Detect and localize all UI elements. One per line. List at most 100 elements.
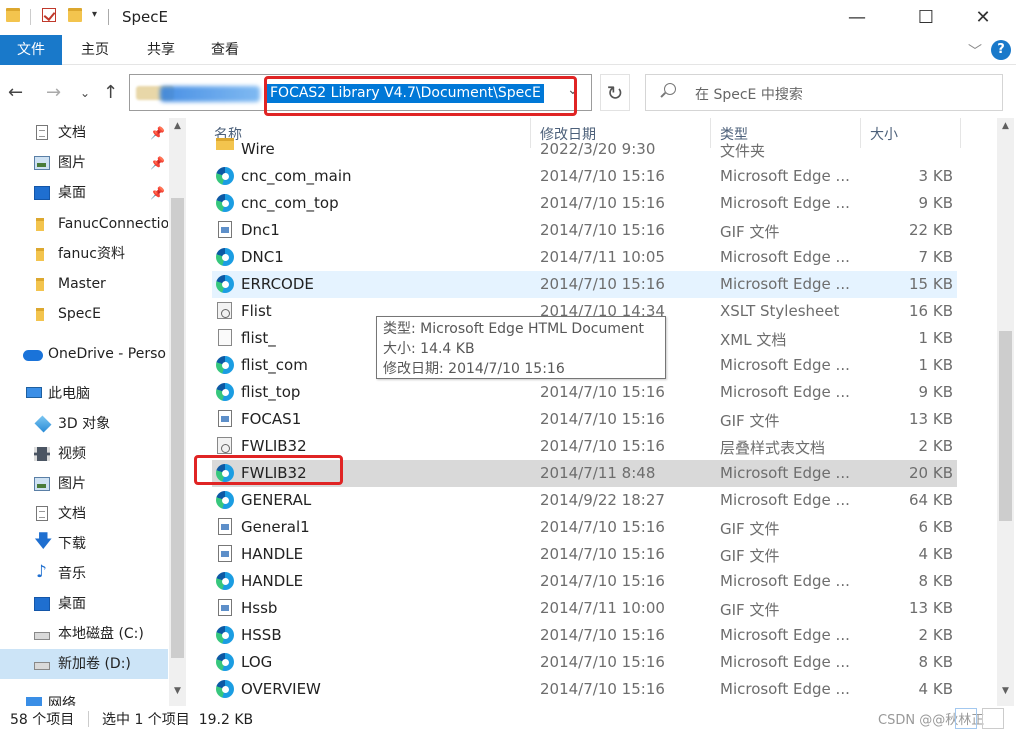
file-name: OVERVIEW — [241, 680, 321, 698]
file-row[interactable]: Hssb 2014/7/11 10:00 GIF 文件 13 KB — [212, 595, 957, 622]
sidebar-item-master[interactable]: Master — [0, 269, 168, 299]
sidebar-item-fanuc-docs[interactable]: fanuc资料 — [0, 239, 168, 269]
sidebar-item-onedrive[interactable]: OneDrive - Perso — [0, 339, 168, 369]
file-row[interactable]: GENERAL 2014/9/22 18:27 Microsoft Edge ...… — [212, 487, 957, 514]
properties-icon[interactable] — [42, 8, 56, 22]
pin-icon[interactable]: 📌 — [150, 148, 165, 178]
new-folder-icon[interactable] — [68, 8, 82, 22]
recent-locations-icon[interactable]: ⌄ — [80, 86, 90, 100]
sidebar-item-label: 图片 — [58, 155, 86, 171]
sidebar-item-downloads[interactable]: 🡇 下载 — [0, 529, 168, 559]
file-name: FOCAS1 — [241, 410, 302, 428]
quick-access-dropdown-icon[interactable]: ▾ — [92, 9, 97, 20]
window-title: SpecE — [122, 8, 168, 26]
sidebar-item-drive-d[interactable]: 新加卷 (D:) — [0, 649, 168, 679]
scroll-down-icon[interactable]: ▼ — [169, 686, 186, 696]
file-name: HANDLE — [241, 572, 304, 590]
sidebar-item-fanucconnection[interactable]: FanucConnectio — [0, 209, 168, 239]
file-type: XML 文档 — [720, 331, 787, 349]
file-row[interactable]: HSSB 2014/7/10 15:16 Microsoft Edge ... 2 K… — [212, 622, 957, 649]
sidebar-item-spece[interactable]: SpecE — [0, 299, 168, 329]
edge-html-file-icon — [216, 248, 234, 266]
sidebar-item-pictures[interactable]: 图片 📌 — [0, 148, 168, 178]
search-icon — [664, 83, 676, 95]
help-icon[interactable]: ? — [991, 40, 1011, 60]
file-list-scrollbar[interactable]: ▲ ▼ — [997, 118, 1014, 706]
expand-ribbon-icon[interactable]: ﹀ — [968, 41, 982, 61]
tiles-view-icon[interactable] — [982, 708, 1004, 729]
tab-view[interactable]: 查看 — [198, 35, 252, 65]
scrollbar-thumb[interactable] — [999, 331, 1012, 521]
maximize-button[interactable]: ☐ — [903, 0, 949, 34]
sidebar-item-this-pc[interactable]: 此电脑 — [0, 379, 168, 409]
scroll-up-icon[interactable]: ▲ — [169, 121, 186, 131]
gif-file-icon — [218, 545, 232, 562]
back-arrow-icon[interactable]: ← — [8, 82, 23, 103]
file-row[interactable]: HANDLE 2014/7/10 15:16 Microsoft Edge ... 8… — [212, 568, 957, 595]
gif-file-icon — [218, 518, 232, 535]
sidebar-item-pictures-pc[interactable]: 图片 — [0, 469, 168, 499]
file-row[interactable]: cnc_com_main 2014/7/10 15:16 Microsoft Edg… — [212, 163, 957, 190]
file-row[interactable]: ERRCODE 2014/7/10 15:16 Microsoft Edge ...… — [212, 271, 957, 298]
file-date: 2014/7/10 15:16 — [540, 167, 665, 185]
sidebar-item-network[interactable]: 网络 — [0, 689, 168, 706]
sidebar-item-music[interactable]: ♪ 音乐 — [0, 559, 168, 589]
file-row[interactable]: General1 2014/7/10 15:16 GIF 文件 6 KB — [212, 514, 957, 541]
onedrive-icon — [23, 350, 43, 361]
tab-home[interactable]: 主页 — [68, 35, 122, 65]
file-size: 13 KB — [909, 599, 953, 617]
file-row[interactable]: OVERVIEW 2014/7/10 15:16 Microsoft Edge ..… — [212, 676, 957, 703]
pin-icon[interactable]: 📌 — [150, 118, 165, 148]
scroll-down-icon[interactable]: ▼ — [997, 686, 1014, 696]
document-icon — [36, 125, 48, 140]
sidebar-item-documents[interactable]: 文档 📌 — [0, 118, 168, 148]
sidebar-scrollbar[interactable]: ▲ ▼ — [169, 118, 186, 706]
file-row[interactable]: Wire 2022/3/20 9:30 文件夹 — [212, 136, 957, 163]
up-arrow-icon[interactable]: ↑ — [103, 82, 118, 103]
search-input[interactable]: 在 SpecE 中搜索 — [645, 74, 1003, 111]
folder-icon — [36, 218, 44, 231]
file-row[interactable]: FOCAS1 2014/7/10 15:16 GIF 文件 13 KB — [212, 406, 957, 433]
file-row[interactable]: DNC1 2014/7/11 10:05 Microsoft Edge ... 7 K… — [212, 244, 957, 271]
divider — [30, 9, 31, 25]
refresh-icon[interactable]: ↻ — [600, 74, 630, 111]
drive-icon — [34, 662, 50, 670]
file-date: 2014/7/10 15:16 — [540, 680, 665, 698]
sidebar-item-videos[interactable]: 视频 — [0, 439, 168, 469]
file-type: Microsoft Edge ... — [720, 356, 850, 374]
sidebar-item-documents-pc[interactable]: 文档 — [0, 499, 168, 529]
sidebar-item-desktop[interactable]: 桌面 📌 — [0, 178, 168, 208]
file-row[interactable]: cnc_com_top 2014/7/10 15:16 Microsoft Edge… — [212, 190, 957, 217]
file-type: Microsoft Edge ... — [720, 491, 850, 509]
edge-html-file-icon — [216, 383, 234, 401]
file-type: Microsoft Edge ... — [720, 572, 850, 590]
edge-html-file-icon — [216, 653, 234, 671]
file-row[interactable]: flist_top 2014/7/10 15:16 Microsoft Edge .… — [212, 379, 957, 406]
close-button[interactable]: ✕ — [960, 0, 1006, 34]
file-row[interactable]: Dnc1 2014/7/10 15:16 GIF 文件 22 KB — [212, 217, 957, 244]
edge-html-file-icon — [216, 194, 234, 212]
scrollbar-thumb[interactable] — [171, 198, 184, 658]
sidebar-item-3d-objects[interactable]: 3D 对象 — [0, 409, 168, 439]
file-list: ^ 名称 修改日期 类型 大小 Wire 2022/3/20 9:30 文件夹 cnc… — [192, 118, 996, 706]
sidebar-item-drive-c[interactable]: 本地磁盘 (C:) — [0, 619, 168, 649]
pin-icon[interactable]: 📌 — [150, 178, 165, 208]
file-date: 2014/7/10 15:16 — [540, 437, 665, 455]
scroll-up-icon[interactable]: ▲ — [997, 121, 1014, 131]
sidebar-item-label: SpecE — [58, 306, 101, 322]
minimize-button[interactable]: — — [834, 0, 880, 34]
folder-icon — [36, 248, 44, 261]
sidebar-item-desktop-pc[interactable]: 桌面 — [0, 589, 168, 619]
tab-share[interactable]: 共享 — [134, 35, 188, 65]
tab-file[interactable]: 文件 — [0, 35, 62, 65]
file-name: flist_ — [241, 329, 276, 347]
file-row[interactable]: LOG 2014/7/10 15:16 Microsoft Edge ... 8 KB — [212, 649, 957, 676]
file-type: GIF 文件 — [720, 412, 780, 430]
file-size: 13 KB — [909, 410, 953, 428]
forward-arrow-icon[interactable]: → — [46, 82, 61, 103]
file-row[interactable]: HANDLE 2014/7/10 15:16 GIF 文件 4 KB — [212, 541, 957, 568]
xslt-file-icon — [217, 437, 232, 454]
file-type: Microsoft Edge ... — [720, 626, 850, 644]
details-view-icon[interactable] — [955, 708, 977, 729]
file-date: 2014/7/10 15:16 — [540, 626, 665, 644]
